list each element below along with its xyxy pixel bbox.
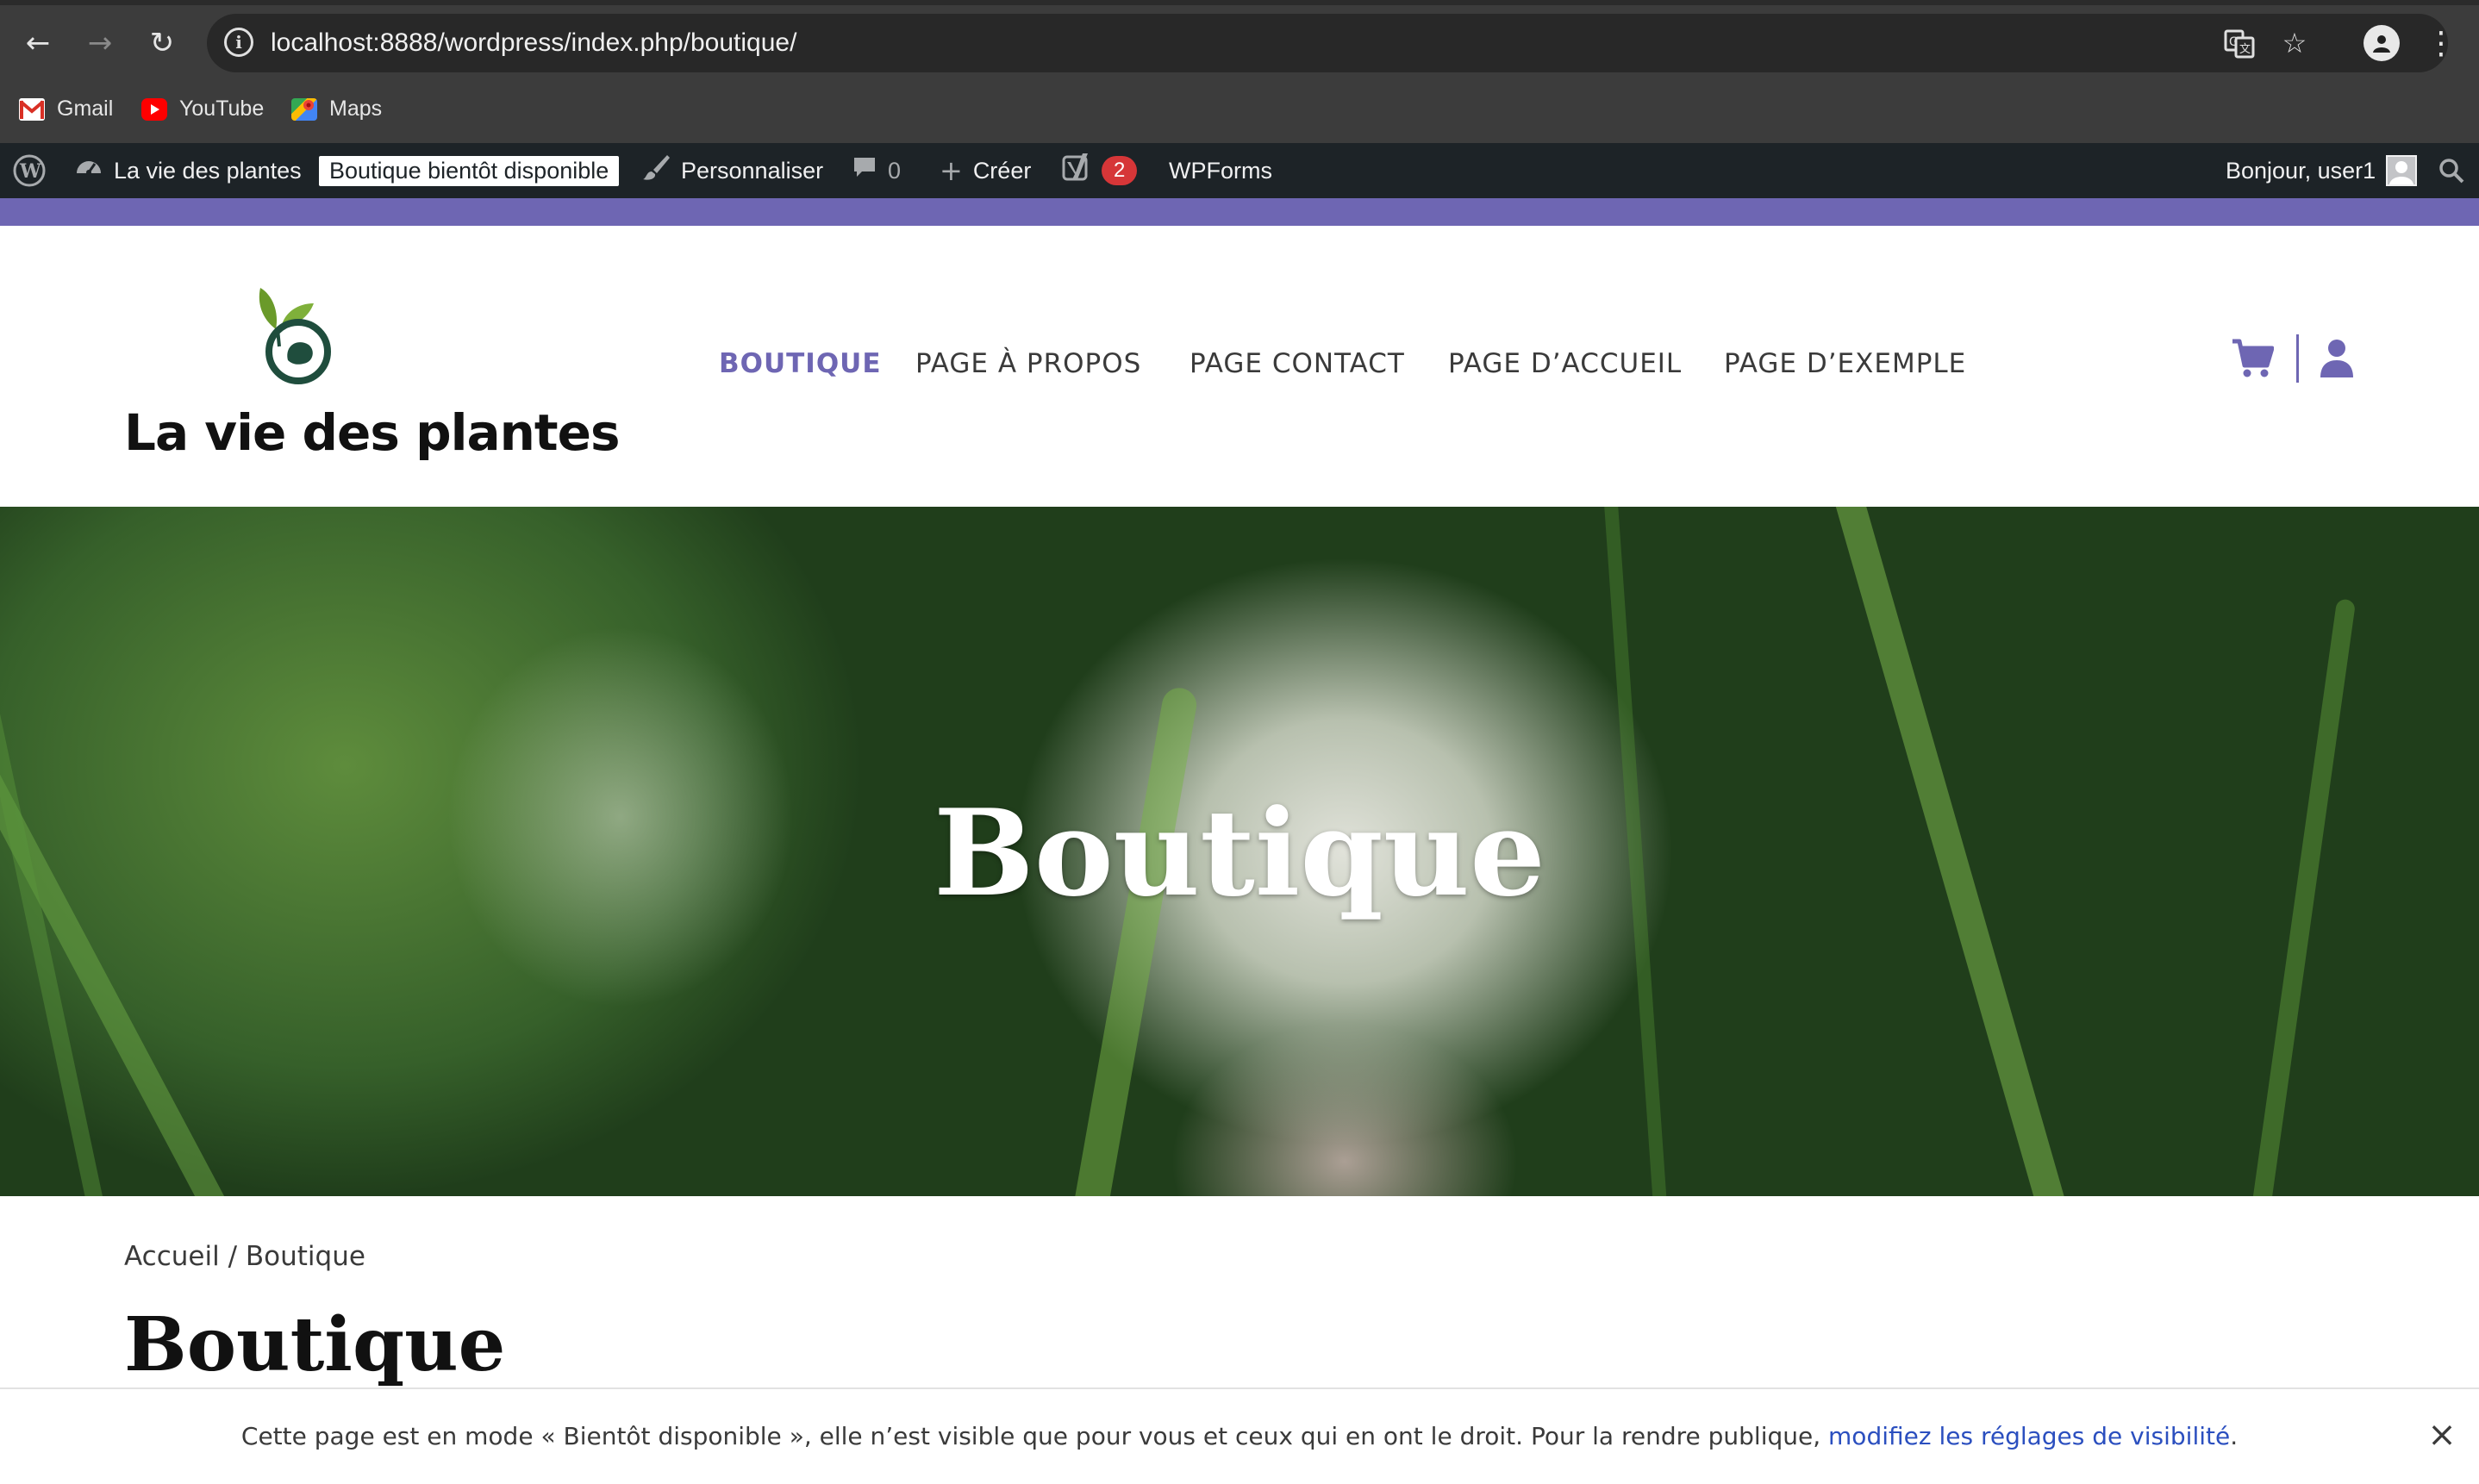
menu-kebab-icon[interactable]: ⋮ bbox=[2426, 22, 2457, 64]
account-icon[interactable] bbox=[2319, 338, 2355, 379]
paintbrush-icon bbox=[641, 153, 671, 189]
adminbar-wpforms[interactable]: WPForms bbox=[1169, 143, 1272, 198]
adminbar-coming-soon[interactable]: Boutique bientôt disponible bbox=[319, 143, 620, 198]
svg-text:文: 文 bbox=[2239, 43, 2251, 56]
notice-end: . bbox=[2230, 1422, 2239, 1450]
comment-icon bbox=[852, 154, 877, 187]
breadcrumb: Accueil / Boutique bbox=[124, 1241, 365, 1272]
maps-icon bbox=[291, 97, 317, 121]
cart-icon[interactable] bbox=[2231, 338, 2275, 379]
gmail-icon bbox=[19, 97, 45, 121]
site-header: La vie des plantes BOUTIQUE PAGE À PROPO… bbox=[0, 226, 2479, 507]
plus-icon: + bbox=[940, 154, 963, 187]
bookmark-maps[interactable]: Maps bbox=[291, 97, 382, 122]
breadcrumb-home-link[interactable]: Accueil bbox=[124, 1241, 220, 1272]
grass-blade bbox=[1060, 685, 1200, 1196]
yoast-badge: 2 bbox=[1102, 156, 1138, 185]
profile-icon[interactable] bbox=[2363, 25, 2400, 61]
site-title[interactable]: La vie des plantes bbox=[124, 403, 620, 462]
comments-count: 0 bbox=[888, 157, 902, 184]
bookmarks-bar: Gmail YouTube Maps bbox=[0, 90, 2479, 133]
back-icon[interactable]: ← bbox=[16, 21, 60, 65]
site-logo-icon[interactable] bbox=[238, 277, 350, 390]
avatar bbox=[2386, 155, 2418, 186]
adminbar-my-account[interactable]: Bonjour, user1 bbox=[2226, 143, 2418, 198]
wordpress-logo-icon[interactable]: W bbox=[12, 143, 47, 198]
bookmark-star-icon[interactable]: ☆ bbox=[2277, 26, 2312, 60]
bookmark-gmail[interactable]: Gmail bbox=[19, 97, 113, 122]
close-icon[interactable]: × bbox=[2420, 1413, 2463, 1456]
wp-admin-bar: W La vie des plantes Boutique bientôt di… bbox=[0, 143, 2479, 198]
page-title: Boutique bbox=[124, 1301, 506, 1388]
adminbar-search-icon[interactable] bbox=[2438, 143, 2465, 198]
forward-icon[interactable]: → bbox=[78, 21, 122, 65]
tab-strip bbox=[0, 0, 2479, 5]
bookmark-label: Gmail bbox=[57, 97, 114, 121]
notice-text: Cette page est en mode « Bientôt disponi… bbox=[0, 1422, 2479, 1450]
coming-soon-label: Boutique bientôt disponible bbox=[319, 155, 620, 186]
breadcrumb-current: Boutique bbox=[245, 1241, 365, 1272]
adminbar-new-content[interactable]: + Créer bbox=[940, 143, 1031, 198]
coming-soon-notice: Cette page est en mode « Bientôt disponi… bbox=[0, 1387, 2479, 1484]
customize-label: Personnaliser bbox=[681, 157, 824, 184]
hero-banner: Boutique bbox=[0, 507, 2479, 1196]
site-info-icon[interactable]: i bbox=[224, 28, 253, 57]
url-text[interactable]: localhost:8888/wordpress/index.php/bouti… bbox=[271, 28, 796, 58]
dashboard-icon bbox=[74, 153, 103, 189]
wpforms-label: WPForms bbox=[1169, 157, 1272, 184]
bookmark-label: Maps bbox=[329, 97, 383, 121]
bookmark-youtube[interactable]: YouTube bbox=[141, 97, 264, 122]
address-bar[interactable]: i localhost:8888/wordpress/index.php/bou… bbox=[207, 14, 2448, 72]
menu-item-contact[interactable]: PAGE CONTACT bbox=[1190, 348, 1405, 379]
site-name-label: La vie des plantes bbox=[114, 157, 302, 184]
svg-text:W: W bbox=[19, 160, 41, 183]
create-label: Créer bbox=[972, 157, 1032, 184]
bookmark-label: YouTube bbox=[179, 97, 265, 121]
adminbar-site-name[interactable]: La vie des plantes bbox=[74, 143, 302, 198]
top-accent-strip bbox=[0, 198, 2479, 226]
menu-item-accueil[interactable]: PAGE D’ACCUEIL bbox=[1448, 348, 1682, 379]
browser-chrome: ← → ↻ i localhost:8888/wordpress/index.p… bbox=[0, 0, 2479, 143]
adminbar-yoast[interactable]: 2 bbox=[1062, 143, 1138, 198]
visibility-settings-link[interactable]: modifiez les réglages de visibilité bbox=[1828, 1422, 2230, 1450]
menu-item-boutique[interactable]: BOUTIQUE bbox=[719, 348, 882, 379]
adminbar-customize[interactable]: Personnaliser bbox=[641, 143, 823, 198]
greeting-label: Bonjour, user1 bbox=[2226, 157, 2376, 184]
hero-title: Boutique bbox=[934, 783, 1545, 923]
yoast-icon bbox=[1062, 152, 1091, 190]
menu-item-a-propos[interactable]: PAGE À PROPOS bbox=[915, 348, 1141, 379]
adminbar-comments[interactable]: 0 bbox=[852, 143, 901, 198]
breadcrumb-separator: / bbox=[228, 1241, 238, 1272]
youtube-icon bbox=[141, 97, 167, 121]
header-divider bbox=[2296, 334, 2299, 383]
translate-icon[interactable]: G文 bbox=[2222, 26, 2257, 60]
notice-message: Cette page est en mode « Bientôt disponi… bbox=[240, 1422, 1829, 1450]
reload-icon[interactable]: ↻ bbox=[140, 21, 184, 65]
menu-item-exemple[interactable]: PAGE D’EXEMPLE bbox=[1724, 348, 1966, 379]
